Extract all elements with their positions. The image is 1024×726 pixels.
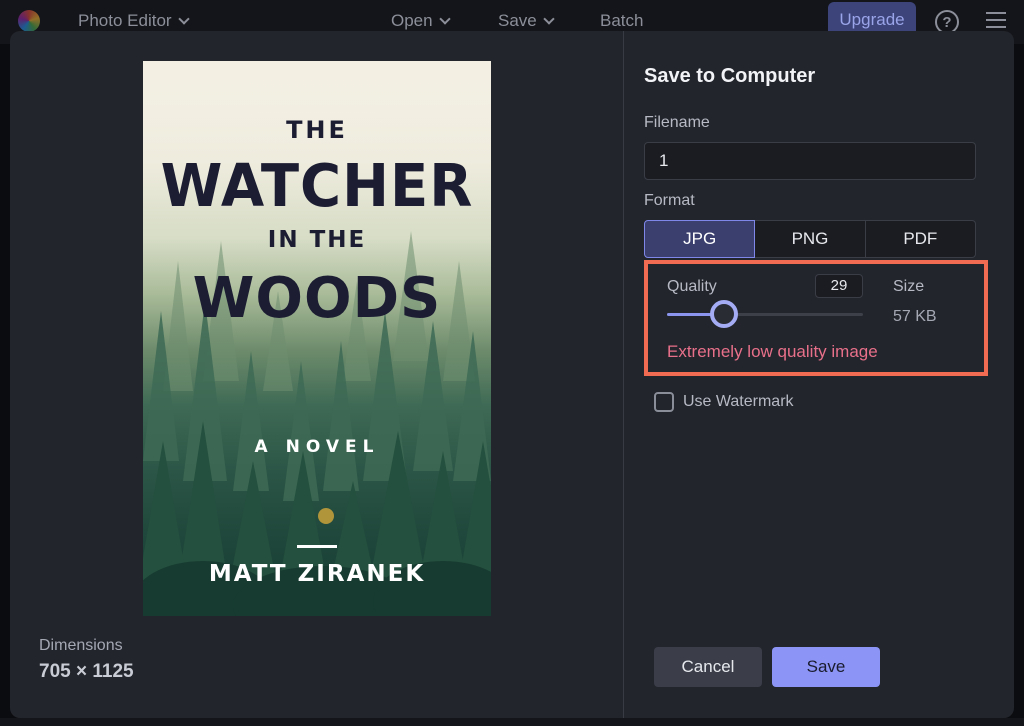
chevron-down-icon (543, 12, 555, 25)
cover-title-line1: THE (286, 116, 348, 144)
format-label: Format (644, 192, 695, 209)
format-option-jpg[interactable]: JPG (644, 220, 756, 258)
cover-subtitle: A NOVEL (254, 437, 380, 457)
size-value: 57 KB (893, 308, 937, 325)
cover-title-line4: WOODS (192, 266, 442, 331)
dimensions-label: Dimensions (39, 637, 123, 654)
quality-slider[interactable] (667, 300, 863, 328)
panel-divider (623, 31, 624, 718)
cover-author: MATT ZIRANEK (208, 561, 426, 587)
watermark-label: Use Watermark (683, 393, 794, 410)
quality-slider-thumb[interactable] (710, 300, 738, 328)
forest-illustration (143, 61, 491, 616)
cover-title-line2: WATCHER (160, 152, 474, 221)
dimensions-value: 705 × 1125 (39, 661, 134, 682)
batch-label: Batch (600, 11, 644, 30)
bottom-toolbar (0, 718, 1024, 726)
quality-value-input[interactable]: 29 (815, 274, 863, 298)
save-menu[interactable]: Save (498, 11, 555, 31)
image-preview: THE WATCHER IN THE WOODS A NOVEL MATT ZI… (143, 61, 491, 616)
save-dialog: THE WATCHER IN THE WOODS A NOVEL MATT ZI… (10, 31, 1014, 718)
format-selector: JPG PNG PDF (644, 220, 976, 258)
filename-label: Filename (644, 114, 710, 131)
cover-divider (297, 545, 337, 548)
batch-menu[interactable]: Batch (600, 11, 643, 31)
app-title: Photo Editor (78, 11, 172, 30)
app-title-menu[interactable]: Photo Editor (78, 11, 190, 31)
format-option-pdf[interactable]: PDF (865, 220, 976, 258)
hamburger-menu-icon[interactable] (986, 12, 1006, 30)
app-logo-icon (18, 10, 40, 32)
format-option-png[interactable]: PNG (755, 220, 866, 258)
watermark-checkbox[interactable] (654, 392, 674, 412)
quality-label: Quality (667, 278, 717, 295)
save-button[interactable]: Save (772, 647, 880, 687)
dialog-title: Save to Computer (644, 65, 816, 87)
filename-input[interactable]: 1 (644, 142, 976, 180)
quality-warning: Extremely low quality image (667, 342, 878, 361)
open-menu[interactable]: Open (391, 11, 451, 31)
cover-title-line3: IN THE (267, 227, 367, 253)
chevron-down-icon (177, 12, 190, 25)
quality-section: Quality 29 Size 57 KB Extremely low qual… (644, 260, 988, 376)
size-label: Size (893, 278, 925, 295)
cancel-button[interactable]: Cancel (654, 647, 762, 687)
chevron-down-icon (438, 12, 451, 25)
open-label: Open (391, 11, 433, 30)
save-menu-label: Save (498, 11, 537, 30)
